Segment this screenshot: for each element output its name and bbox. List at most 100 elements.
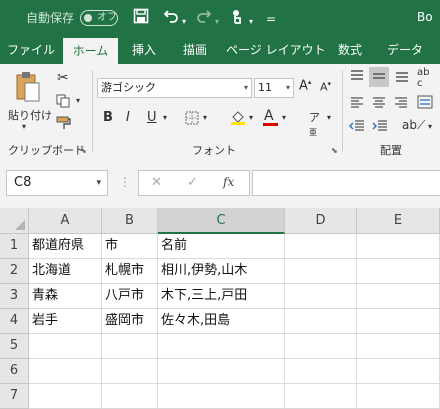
cell-b4[interactable]: 盛岡市 (102, 309, 158, 334)
tab-page-layout[interactable]: ページ レイアウト (226, 36, 326, 64)
cell-b1[interactable]: 市 (102, 234, 158, 259)
cell-a1[interactable]: 都道府県 (29, 234, 102, 259)
cell-d3[interactable] (285, 284, 357, 309)
touch-mode-icon[interactable] (229, 8, 245, 30)
format-painter-icon[interactable] (56, 116, 72, 133)
tab-draw[interactable]: 描画 (174, 36, 216, 64)
cell-c1[interactable]: 名前 (158, 234, 285, 259)
row-header-3[interactable]: 3 (0, 284, 29, 309)
copy-icon[interactable] (56, 94, 70, 111)
cell-a5[interactable] (29, 334, 102, 359)
tab-data[interactable]: データ (382, 36, 428, 64)
underline-dropdown-icon[interactable]: ▾ (163, 113, 167, 122)
clipboard-launcher-icon[interactable]: ⬊ (80, 146, 87, 155)
cell-d2[interactable] (285, 259, 357, 284)
cut-icon[interactable]: ✂ (57, 70, 69, 86)
undo-dropdown-icon[interactable]: ▾ (182, 13, 186, 31)
name-box[interactable]: C8 ▾ (6, 170, 108, 196)
cell-d7[interactable] (285, 384, 357, 409)
underline-button[interactable]: U (147, 110, 157, 125)
cell-a2[interactable]: 北海道 (29, 259, 102, 284)
cell-b6[interactable] (102, 359, 158, 384)
paste-dropdown-icon[interactable]: ▾ (22, 122, 26, 131)
paste-button-label[interactable]: 貼り付け (8, 107, 52, 123)
cell-b2[interactable]: 札幌市 (102, 259, 158, 284)
customize-qat-icon[interactable]: = (266, 10, 276, 28)
cell-e4[interactable] (357, 309, 440, 334)
cell-c5[interactable] (158, 334, 285, 359)
cell-c7[interactable] (158, 384, 285, 409)
cell-d1[interactable] (285, 234, 357, 259)
bold-button[interactable]: B (103, 110, 113, 125)
orientation-dropdown-icon[interactable]: ▾ (428, 122, 432, 131)
select-all-corner[interactable] (0, 208, 29, 234)
redo-icon[interactable] (196, 8, 212, 28)
formula-bar-grip-icon[interactable]: ⋮ (119, 175, 131, 189)
save-icon[interactable] (133, 8, 149, 28)
cell-b3[interactable]: 八戸市 (102, 284, 158, 309)
cell-e5[interactable] (357, 334, 440, 359)
cell-b7[interactable] (102, 384, 158, 409)
borders-dropdown-icon[interactable]: ▾ (203, 113, 207, 122)
wrap-text-icon[interactable] (417, 95, 433, 112)
align-top-icon[interactable] (350, 70, 364, 85)
cell-c2[interactable]: 相川,伊勢,山木 (158, 259, 285, 284)
tab-home[interactable]: ホーム (63, 38, 118, 64)
cell-c4[interactable]: 佐々木,田島 (158, 309, 285, 334)
cell-a6[interactable] (29, 359, 102, 384)
phonetic-dropdown-icon[interactable]: ▾ (327, 113, 331, 122)
enter-icon[interactable]: ✓ (187, 175, 198, 190)
borders-icon[interactable] (185, 111, 199, 128)
font-name-dropdown-icon[interactable]: ▾ (244, 79, 248, 97)
font-name-combo[interactable]: 游ゴシック ▾ (97, 78, 252, 98)
cell-e7[interactable] (357, 384, 440, 409)
orientation-icon[interactable]: ab⟋ (402, 118, 425, 133)
increase-indent-icon[interactable] (372, 120, 388, 135)
touch-dropdown-icon[interactable]: ▾ (249, 13, 253, 31)
align-bottom-icon[interactable] (395, 70, 409, 85)
redo-dropdown-icon[interactable]: ▾ (215, 13, 219, 31)
font-size-dropdown-icon[interactable]: ▾ (286, 79, 290, 97)
cell-d6[interactable] (285, 359, 357, 384)
cell-a4[interactable]: 岩手 (29, 309, 102, 334)
tab-file[interactable]: ファイル (6, 36, 56, 64)
align-right-icon[interactable] (394, 97, 408, 112)
cell-e2[interactable] (357, 259, 440, 284)
fill-color-dropdown-icon[interactable]: ▾ (249, 113, 253, 122)
row-header-7[interactable]: 7 (0, 384, 29, 409)
phonetic-guide-icon[interactable]: ア亜 (309, 109, 320, 138)
undo-icon[interactable] (163, 8, 179, 28)
cell-e6[interactable] (357, 359, 440, 384)
fill-color-icon[interactable] (229, 108, 247, 129)
align-left-icon[interactable] (350, 97, 364, 112)
cancel-icon[interactable]: ✕ (151, 175, 162, 190)
align-middle-icon[interactable] (369, 67, 389, 87)
cell-d5[interactable] (285, 334, 357, 359)
cell-a3[interactable]: 青森 (29, 284, 102, 309)
font-size-combo[interactable]: 11 ▾ (254, 78, 294, 98)
cell-c6[interactable] (158, 359, 285, 384)
insert-function-icon[interactable]: fx (223, 175, 234, 189)
cell-e1[interactable] (357, 234, 440, 259)
text-direction-icon[interactable]: ab c (417, 67, 429, 89)
copy-dropdown-icon[interactable]: ▾ (76, 96, 80, 105)
column-header-a[interactable]: A (29, 208, 102, 234)
row-header-2[interactable]: 2 (0, 259, 29, 284)
italic-button[interactable]: I (126, 110, 130, 125)
tab-insert[interactable]: 挿入 (124, 36, 164, 64)
row-header-6[interactable]: 6 (0, 359, 29, 384)
font-color-icon[interactable]: A (264, 108, 274, 124)
align-center-icon[interactable] (372, 97, 386, 112)
row-header-5[interactable]: 5 (0, 334, 29, 359)
column-header-e[interactable]: E (357, 208, 440, 234)
autosave-toggle[interactable]: オフ (80, 10, 118, 26)
formula-input[interactable] (252, 170, 440, 196)
row-header-4[interactable]: 4 (0, 309, 29, 334)
cell-a7[interactable] (29, 384, 102, 409)
column-header-b[interactable]: B (102, 208, 158, 234)
paste-icon[interactable] (14, 70, 42, 107)
row-header-1[interactable]: 1 (0, 234, 29, 259)
cell-c3[interactable]: 木下,三上,戸田 (158, 284, 285, 309)
cell-b5[interactable] (102, 334, 158, 359)
cell-d4[interactable] (285, 309, 357, 334)
